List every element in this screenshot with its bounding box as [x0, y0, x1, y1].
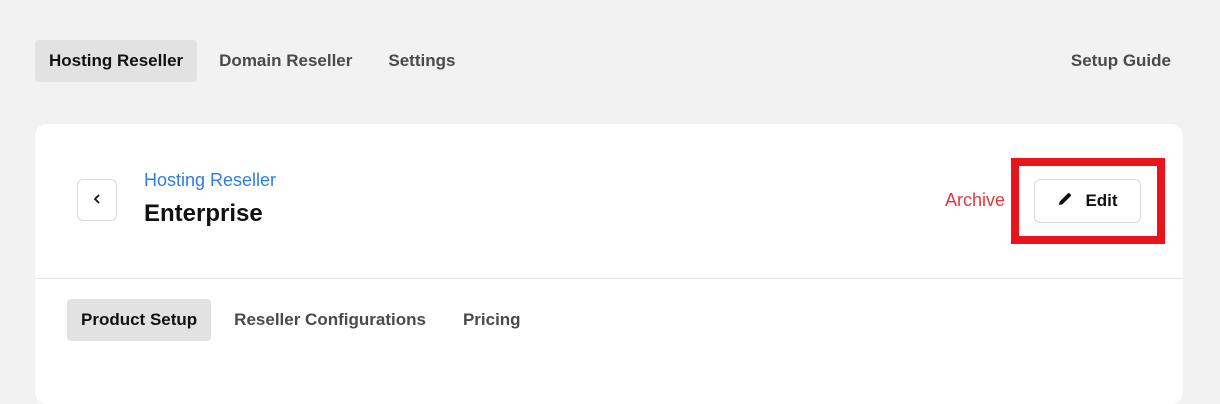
edit-button[interactable]: Edit: [1034, 179, 1141, 223]
chevron-left-icon: [92, 191, 102, 209]
tab-pricing[interactable]: Pricing: [449, 299, 535, 341]
tab-hosting-reseller[interactable]: Hosting Reseller: [35, 40, 198, 82]
top-navigation: Hosting Reseller Domain Reseller Setting…: [35, 40, 1185, 82]
setup-guide-link[interactable]: Setup Guide: [1071, 51, 1185, 71]
page-title: Enterprise: [144, 200, 263, 227]
product-tabs: Product Setup Reseller Configurations Pr…: [67, 299, 544, 341]
tab-domain-reseller[interactable]: Domain Reseller: [205, 40, 366, 82]
breadcrumb-link[interactable]: Hosting Reseller: [144, 170, 276, 191]
product-header: Hosting Reseller Enterprise Archive Edit: [35, 124, 1183, 279]
tab-settings[interactable]: Settings: [374, 40, 469, 82]
tab-reseller-configurations[interactable]: Reseller Configurations: [220, 299, 440, 341]
edit-button-label: Edit: [1085, 191, 1118, 210]
archive-button[interactable]: Archive: [945, 190, 1005, 211]
back-button[interactable]: [77, 179, 117, 221]
pencil-icon: [1057, 191, 1085, 212]
product-card: Hosting Reseller Enterprise Archive Edit…: [35, 124, 1183, 404]
tab-product-setup[interactable]: Product Setup: [67, 299, 212, 341]
